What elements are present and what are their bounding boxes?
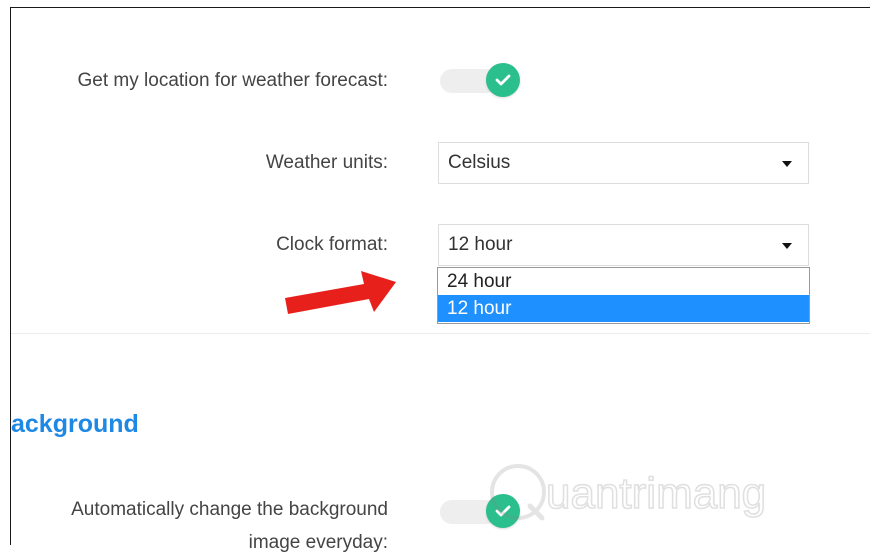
clock-label: Clock format: <box>276 234 388 255</box>
units-select-value: Celsius <box>448 152 511 173</box>
background-section-title: ackground <box>11 410 139 438</box>
section-divider <box>11 333 870 334</box>
clock-select[interactable]: 12 hour <box>438 224 809 266</box>
auto-change-label-line1: Automatically change the background <box>71 499 388 520</box>
watermark-logo: uantrimang <box>486 452 816 537</box>
watermark-text: uantrimang <box>546 469 766 518</box>
location-toggle[interactable] <box>440 63 520 99</box>
dropdown-option-12-hour[interactable]: 12 hour <box>438 295 809 322</box>
caret-down-icon <box>782 161 792 167</box>
frame-border-left <box>10 7 11 545</box>
units-select[interactable]: Celsius <box>438 142 809 184</box>
clock-select-value: 12 hour <box>448 234 513 255</box>
frame-border-top <box>10 7 870 8</box>
caret-down-icon <box>782 243 792 249</box>
units-label: Weather units: <box>265 152 388 173</box>
auto-change-label-line2: image everyday: <box>248 532 388 553</box>
location-label: Get my location for weather forecast: <box>77 70 388 91</box>
dropdown-option-24-hour[interactable]: 24 hour <box>438 268 809 295</box>
clock-dropdown-list: 24 hour 12 hour <box>437 267 810 324</box>
red-arrow-icon <box>285 271 396 314</box>
check-icon <box>486 63 520 97</box>
